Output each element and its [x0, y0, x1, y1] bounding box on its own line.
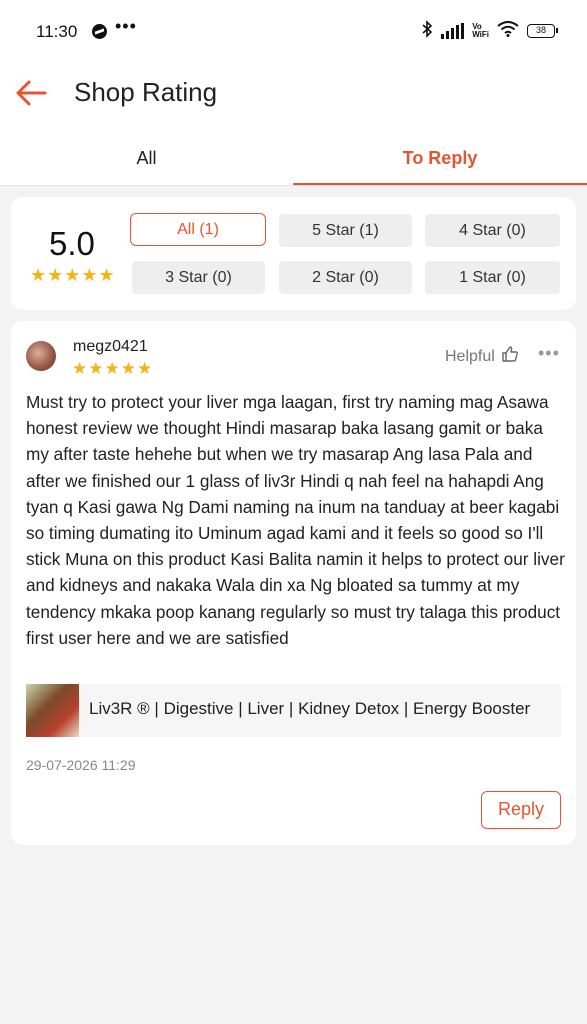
product-row[interactable]: Liv3R ® | Digestive | Liver | Kidney Det…: [26, 684, 561, 737]
rating-stars: ★★★★★: [30, 265, 116, 285]
review-username: megz0421: [73, 338, 148, 355]
status-bar: 11:30 ••• Vo WiFi 38: [0, 0, 587, 62]
tabs-divider: [0, 185, 587, 186]
filter-1-star[interactable]: 1 Star (0): [425, 261, 560, 294]
wifi-icon: [497, 20, 519, 42]
review-date: 29-07-2026 11:29: [26, 757, 136, 773]
bluetooth-icon: [421, 19, 433, 43]
filter-5-star[interactable]: 5 Star (1): [279, 214, 412, 247]
filter-4-star[interactable]: 4 Star (0): [425, 214, 560, 247]
vowifi-label: Vo WiFi: [472, 22, 489, 39]
status-more-dots: •••: [115, 16, 137, 36]
filter-2-star[interactable]: 2 Star (0): [279, 261, 412, 294]
avatar: [26, 341, 56, 371]
status-icons: Vo WiFi 38: [421, 19, 558, 43]
product-image: [26, 684, 79, 737]
rating-score: 5.0: [49, 225, 95, 262]
status-time: 11:30: [36, 22, 78, 41]
app-header: Shop Rating: [0, 62, 587, 124]
signal-icon: [441, 23, 465, 39]
reply-button[interactable]: Reply: [481, 791, 561, 829]
more-options-icon[interactable]: •••: [538, 343, 560, 364]
review-card: megz0421 ★★★★★ Helpful ••• Must try to p…: [11, 321, 576, 845]
review-text: Must try to protect your liver mga laaga…: [26, 392, 565, 648]
page-title: Shop Rating: [74, 77, 218, 107]
messenger-icon: [92, 24, 107, 39]
product-name: Liv3R ® | Digestive | Liver | Kidney Det…: [89, 699, 531, 718]
review-stars: ★★★★★: [72, 359, 154, 378]
battery-icon: 38: [527, 24, 558, 38]
tab-to-reply[interactable]: To Reply: [293, 136, 587, 186]
thumbs-up-icon: [501, 345, 519, 368]
helpful-label: Helpful: [445, 347, 495, 365]
filter-3-star[interactable]: 3 Star (0): [132, 261, 265, 294]
tab-all[interactable]: All: [0, 136, 293, 186]
arrow-left-icon[interactable]: [14, 78, 48, 108]
helpful-button[interactable]: Helpful: [445, 345, 519, 368]
filter-all[interactable]: All (1): [130, 213, 266, 246]
rating-summary-card: 5.0 ★★★★★ All (1) 5 Star (1) 4 Star (0) …: [11, 197, 576, 310]
